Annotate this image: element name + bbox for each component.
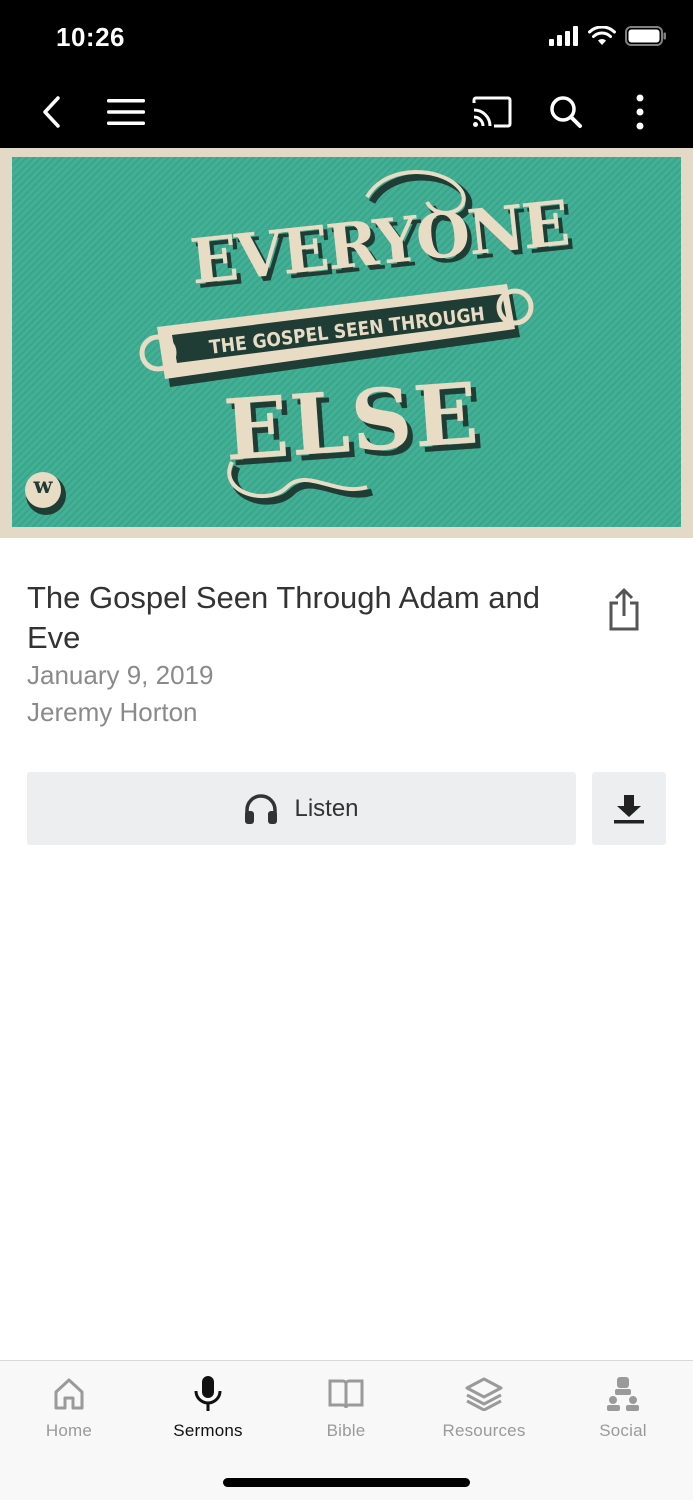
more-vertical-icon — [636, 94, 644, 130]
more-options-button[interactable] — [617, 89, 663, 135]
download-icon — [614, 794, 644, 823]
search-button[interactable] — [543, 89, 589, 135]
sermon-date: January 9, 2019 — [27, 660, 214, 690]
artwork-title-bottom: ELSE — [220, 363, 484, 480]
listen-label: Listen — [294, 794, 359, 822]
tab-label-bible: Bible — [326, 1421, 366, 1440]
sermon-speaker: Jeremy Horton — [27, 697, 198, 727]
tab-label-sermons: Sermons — [173, 1421, 243, 1440]
search-icon — [550, 96, 582, 128]
home-icon — [54, 1378, 84, 1410]
download-button[interactable] — [592, 772, 666, 845]
cast-icon — [472, 96, 512, 128]
back-chevron-icon — [43, 96, 60, 128]
people-icon — [607, 1377, 639, 1411]
wifi-icon — [588, 26, 616, 45]
tab-social[interactable]: Social — [554, 1371, 692, 1451]
artwork-panel: EVERYONE THE GOSPEL SEEN THROUGH ELSE w — [12, 157, 681, 527]
church-logo: w — [33, 473, 53, 499]
status-bar: 10:26 — [0, 0, 693, 75]
tab-label-home: Home — [45, 1421, 93, 1440]
cast-button[interactable] — [469, 89, 515, 135]
layers-icon — [465, 1377, 503, 1411]
cellular-signal-icon — [549, 26, 578, 46]
status-icons — [549, 26, 667, 46]
listen-button[interactable]: Listen — [27, 772, 576, 845]
sermon-title: The Gospel Seen Through Adam and Eve — [27, 580, 540, 655]
sermon-series-artwork: EVERYONE THE GOSPEL SEEN THROUGH ELSE w — [0, 148, 693, 538]
tab-label-resources: Resources — [442, 1421, 526, 1440]
tab-resources[interactable]: Resources — [415, 1371, 553, 1451]
back-button[interactable] — [28, 89, 74, 135]
tab-sermons[interactable]: Sermons — [139, 1371, 277, 1451]
share-button[interactable] — [600, 585, 648, 635]
tab-bible[interactable]: Bible — [277, 1371, 415, 1451]
home-indicator[interactable] — [223, 1478, 470, 1487]
share-icon — [609, 588, 639, 631]
microphone-icon — [194, 1376, 222, 1411]
tab-label-social: Social — [599, 1421, 647, 1440]
book-icon — [328, 1379, 364, 1409]
tab-home[interactable]: Home — [0, 1371, 138, 1451]
hamburger-menu-icon — [107, 99, 145, 125]
menu-button[interactable] — [103, 89, 149, 135]
top-nav-bar — [0, 75, 693, 148]
headphones-icon — [245, 793, 278, 824]
battery-icon — [625, 26, 666, 46]
status-time: 10:26 — [56, 22, 125, 52]
